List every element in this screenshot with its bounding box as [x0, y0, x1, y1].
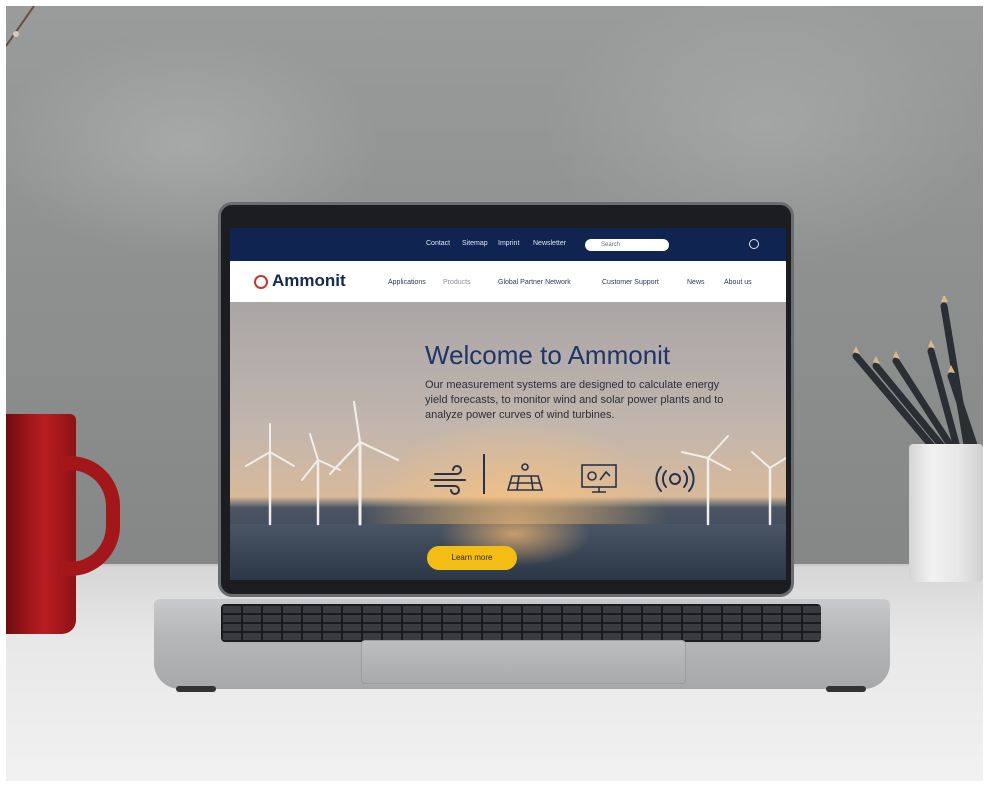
laptop-foot [826, 686, 866, 692]
logo-text[interactable]: Ammonit [272, 271, 346, 291]
hero-description: Our measurement systems are designed to … [425, 379, 724, 421]
branch-decoration [6, 6, 35, 47]
wind-icon [430, 465, 466, 495]
search-placeholder: Search [601, 242, 621, 248]
feature-remote-data[interactable] [638, 462, 712, 496]
learn-more-button[interactable]: Learn more [427, 546, 517, 570]
feature-wind[interactable] [413, 462, 487, 496]
laptop-screen: Contact Sitemap Imprint Newsletter Searc… [230, 228, 786, 580]
nav-products[interactable]: Products [443, 279, 471, 286]
solar-panel-icon [506, 463, 544, 491]
laptop-trackpad [361, 640, 686, 684]
photo-frame: Contact Sitemap Imprint Newsletter Searc… [6, 6, 983, 781]
hero-title: Welcome to Ammonit [425, 340, 671, 370]
pencil-cup [909, 444, 983, 582]
pencils [852, 296, 980, 455]
website-navbar: Ammonit Applications Products Global Par… [230, 261, 786, 302]
hero-section: Welcome to Ammonit Our measurement syste… [230, 302, 786, 580]
laptop-keyboard [221, 604, 821, 642]
globe-icon[interactable] [749, 239, 759, 249]
nav-news[interactable]: News [687, 279, 705, 286]
nav-about-us[interactable]: About us [724, 279, 752, 286]
website-topbar: Contact Sitemap Imprint Newsletter Searc… [230, 228, 786, 261]
topbar-link[interactable]: Sitemap [462, 240, 488, 247]
feature-monitoring[interactable] [562, 462, 636, 496]
feature-solar[interactable] [488, 462, 562, 496]
feature-divider [483, 454, 485, 494]
topbar-link[interactable]: Imprint [498, 240, 519, 247]
monitor-chart-icon [581, 464, 617, 493]
topbar-link[interactable]: Newsletter [533, 240, 566, 247]
ammonit-logo-icon [254, 275, 268, 289]
laptop-foot [176, 686, 216, 692]
nav-customer-support[interactable]: Customer Support [602, 279, 659, 286]
topbar-link[interactable]: Contact [426, 240, 450, 247]
search-input[interactable]: Search [585, 239, 669, 251]
signal-icon [655, 466, 695, 492]
nav-global-partner-network[interactable]: Global Partner Network [498, 279, 571, 286]
nav-applications[interactable]: Applications [388, 279, 426, 286]
